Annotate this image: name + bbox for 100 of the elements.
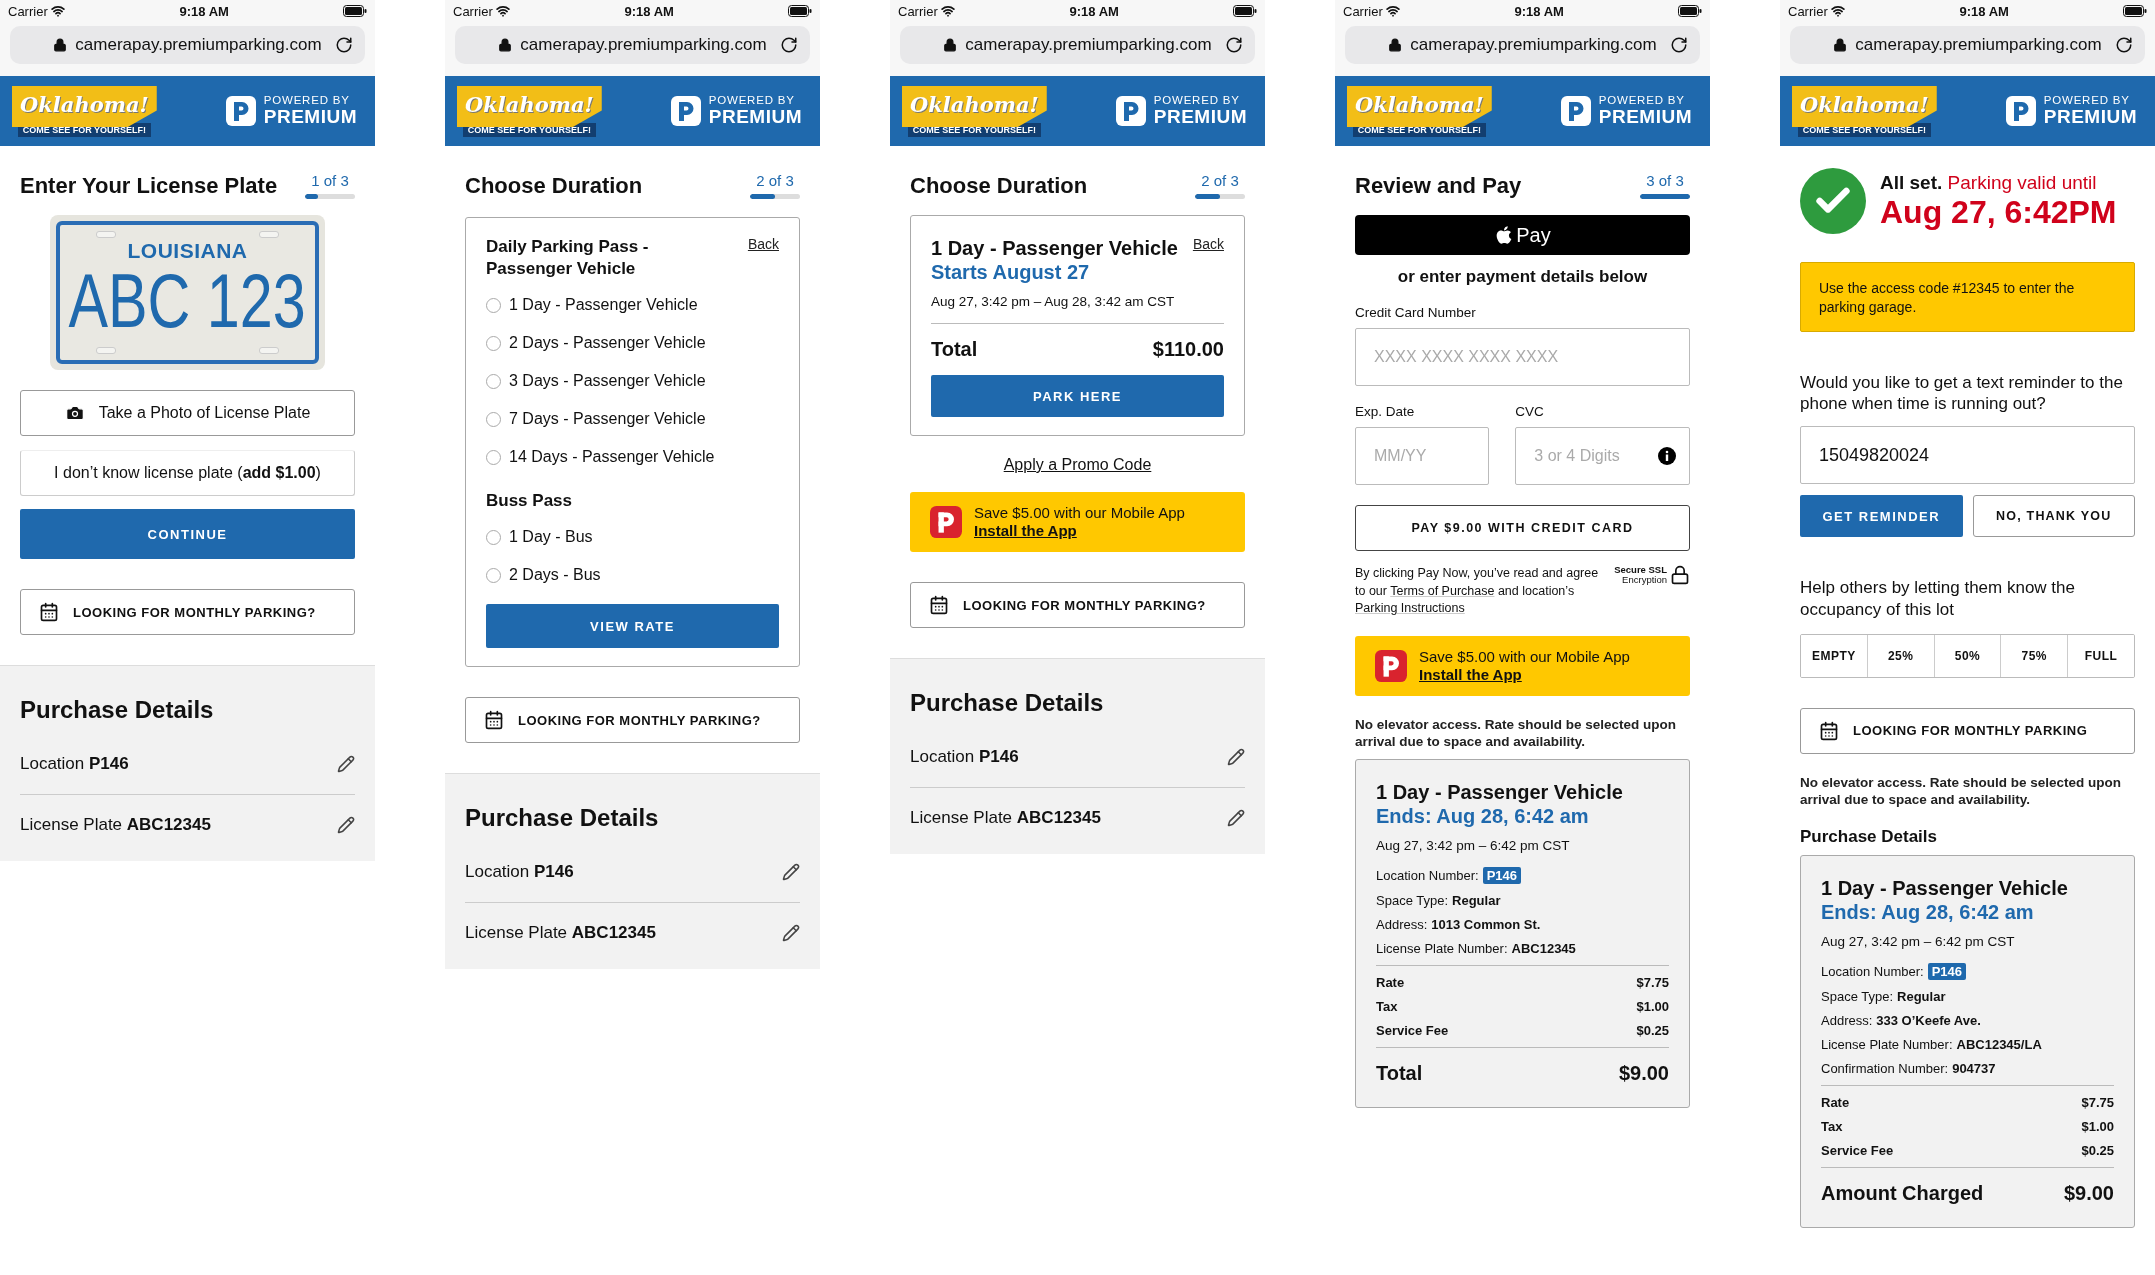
- install-app-link[interactable]: Install the App: [1419, 665, 1630, 684]
- reload-icon[interactable]: [1670, 36, 1688, 54]
- apple-pay-button[interactable]: Pay: [1355, 215, 1690, 255]
- powered-by-label: POWERED BY: [1153, 94, 1241, 106]
- total-amount: $9.00: [2063, 1181, 2114, 1205]
- radio-button[interactable]: [486, 411, 501, 427]
- radio-button[interactable]: [486, 567, 501, 583]
- get-reminder-button[interactable]: GET REMINDER: [1800, 495, 1963, 538]
- url-text: camerapay.premiumparking.com: [965, 35, 1212, 55]
- monthly-parking-button[interactable]: LOOKING FOR MONTHLY PARKING?: [20, 589, 355, 635]
- install-app-link[interactable]: Install the App: [974, 522, 1185, 540]
- pencil-icon[interactable]: [1227, 809, 1245, 827]
- charge-label: Rate: [1821, 1094, 1850, 1110]
- duration-option[interactable]: 2 Days - Bus: [486, 556, 779, 595]
- reload-icon[interactable]: [780, 36, 798, 54]
- detail-text: License Plate ABC12345: [20, 815, 211, 835]
- pay-button[interactable]: PAY $9.00 WITH CREDIT CARD: [1355, 505, 1690, 551]
- brand-name: PREMIUM: [1598, 106, 1692, 128]
- monthly-parking-button[interactable]: LOOKING FOR MONTHLY PARKING?: [910, 582, 1245, 628]
- charge-label: Tax: [1821, 1118, 1843, 1134]
- detail-value: 904737: [1952, 1060, 1996, 1076]
- wifi-icon: [941, 4, 956, 18]
- radio-button[interactable]: [486, 529, 501, 545]
- phone-input[interactable]: 15049820024: [1800, 426, 2135, 485]
- plate-bolt-hole: [259, 347, 279, 354]
- back-link[interactable]: Back: [747, 236, 779, 252]
- date-range: Aug 27, 3:42 pm – Aug 28, 3:42 am CST: [931, 294, 1176, 309]
- radio-button[interactable]: [486, 373, 501, 389]
- address-bar[interactable]: camerapay.premiumparking.com: [1345, 26, 1700, 64]
- radio-button[interactable]: [486, 449, 501, 465]
- park-here-button[interactable]: PARK HERE: [931, 375, 1224, 417]
- battery-icon: [2123, 5, 2147, 17]
- app-logo-icon: [930, 506, 962, 538]
- clock-time: 9:18 AM: [179, 3, 229, 19]
- duration-option[interactable]: 3 Days - Passenger Vehicle: [486, 362, 779, 401]
- pencil-icon[interactable]: [1227, 748, 1245, 766]
- lock-icon: [1833, 38, 1848, 52]
- duration-option[interactable]: 7 Days - Passenger Vehicle: [486, 400, 779, 439]
- plate-bolt-hole: [259, 231, 279, 238]
- input-field[interactable]: XXXX XXXX XXXX XXXX: [1355, 328, 1690, 386]
- powered-by-label: POWERED BY: [1598, 94, 1686, 106]
- url-text: camerapay.premiumparking.com: [520, 35, 767, 55]
- promo-text: Save $5.00 with our Mobile App: [974, 504, 1185, 522]
- detail-label: Space Type:: [1821, 988, 1894, 1004]
- detail-value: ABC12345: [1511, 940, 1576, 956]
- pencil-icon[interactable]: [782, 863, 800, 882]
- address-bar[interactable]: camerapay.premiumparking.com: [455, 26, 810, 64]
- back-link[interactable]: Back: [1192, 236, 1224, 252]
- plate-bolt-hole: [96, 231, 116, 238]
- take-photo-button[interactable]: Take a Photo of License Plate: [20, 390, 355, 436]
- detail-text: Location P146: [20, 754, 129, 774]
- end-time: Ends: Aug 28, 6:42 am: [1376, 803, 1590, 828]
- radio-button[interactable]: [486, 297, 501, 313]
- address-bar[interactable]: camerapay.premiumparking.com: [10, 26, 365, 64]
- monthly-parking-button[interactable]: LOOKING FOR MONTHLY PARKING?: [465, 697, 800, 744]
- pass-title: 1 Day - Passenger Vehicle: [1376, 779, 1624, 804]
- address-bar[interactable]: camerapay.premiumparking.com: [1790, 26, 2145, 64]
- reload-icon[interactable]: [1225, 36, 1243, 54]
- duration-option[interactable]: 1 Day - Bus: [486, 518, 779, 557]
- continue-button[interactable]: CONTINUE: [20, 509, 355, 559]
- calendar-icon: [1819, 720, 1839, 741]
- pencil-icon[interactable]: [337, 816, 355, 834]
- pencil-icon[interactable]: [782, 924, 800, 943]
- monthly-parking-button[interactable]: LOOKING FOR MONTHLY PARKING: [1800, 707, 2135, 754]
- duration-option[interactable]: 1 Day - Passenger Vehicle: [486, 286, 779, 325]
- field-label: Credit Card Number: [1355, 305, 1477, 320]
- note-text: No elevator access. Rate should be selected upon arrival due to space and availability.: [1355, 715, 1678, 751]
- detail-value: ABC12345/LA: [1956, 1036, 2042, 1052]
- logo-wordmark: Oklahoma!: [902, 86, 1047, 127]
- pencil-icon[interactable]: [337, 755, 355, 773]
- terms-link[interactable]: Parking Instructions: [1355, 601, 1465, 615]
- date-range: Aug 27, 3:42 pm – 6:42 pm CST: [1821, 933, 2016, 949]
- duration-option[interactable]: 14 Days - Passenger Vehicle: [486, 438, 779, 477]
- carrier-label: Carrier: [453, 3, 493, 19]
- decline-button[interactable]: NO, THANK YOU: [1972, 495, 2135, 538]
- input-field[interactable]: 3 or 4 Digits: [1515, 427, 1690, 485]
- input-field[interactable]: MM/YY: [1355, 427, 1490, 485]
- info-icon[interactable]: [1658, 447, 1676, 465]
- brand-name: PREMIUM: [2043, 106, 2137, 128]
- reload-icon[interactable]: [335, 36, 353, 54]
- total-amount: $9.00: [1618, 1061, 1669, 1085]
- powered-by-label: POWERED BY: [263, 94, 351, 106]
- wifi-icon: [1386, 4, 1401, 18]
- calendar-icon: [39, 602, 59, 622]
- clock-time: 9:18 AM: [1069, 3, 1119, 19]
- url-text: camerapay.premiumparking.com: [1410, 35, 1657, 55]
- page-title: Enter Your License Plate: [20, 173, 278, 199]
- terms-link[interactable]: Terms of Purchase: [1390, 583, 1495, 598]
- start-date: Starts August 27: [931, 260, 1091, 284]
- radio-button[interactable]: [486, 335, 501, 351]
- promo-code-link[interactable]: Apply a Promo Code: [1003, 456, 1152, 473]
- location-badge: P146: [1927, 962, 1966, 980]
- view-rate-button[interactable]: VIEW RATE: [486, 604, 779, 649]
- occupancy-option[interactable]: EMPTY: [1801, 634, 1868, 677]
- unknown-plate-button[interactable]: I don’t know license plate (add $1.00): [20, 450, 355, 496]
- reload-icon[interactable]: [2115, 36, 2133, 54]
- duration-option[interactable]: 2 Days - Passenger Vehicle: [486, 324, 779, 363]
- address-bar[interactable]: camerapay.premiumparking.com: [900, 26, 1255, 64]
- step-counter: 3 of 3: [1646, 172, 1684, 189]
- panel-title: Purchase Details: [910, 689, 1105, 717]
